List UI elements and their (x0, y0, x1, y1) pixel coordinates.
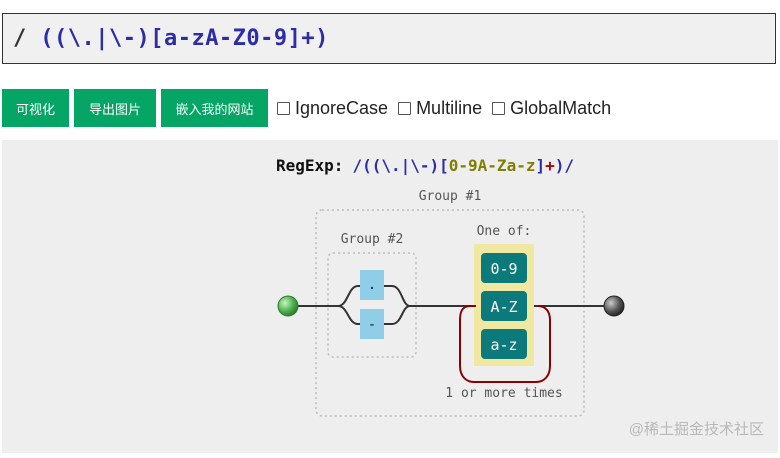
regex-slash: / (13, 26, 27, 51)
diagram-title: RegExp: /((\.|\-)[0-9A-Za-z]+)/ (276, 156, 574, 176)
diagram-title-regex-e: )/ (555, 156, 574, 175)
diagram-title-regex-b: 0-9A-Za-z (449, 156, 536, 175)
diagram-title-regex-a: /((\.|\-)[ (352, 156, 448, 176)
toolbar: 可视化 导出图片 嵌入我的网站 IgnoreCase Multiline Glo… (2, 89, 617, 127)
ignorecase-option[interactable]: IgnoreCase (277, 98, 388, 119)
class-item-digits-text: 0-9 (490, 260, 517, 278)
literal-dot-text: . (368, 277, 376, 293)
group2-label: Group #2 (341, 232, 404, 247)
visualize-button[interactable]: 可视化 (2, 89, 69, 127)
diagram-title-regex-c: ] (535, 156, 545, 175)
diagram-title-prefix: RegExp: (276, 156, 343, 175)
class-item-lower-text: a-z (490, 336, 517, 354)
watermark: @稀土掘金技术社区 (628, 421, 764, 438)
globalmatch-label: GlobalMatch (510, 97, 612, 118)
connector-lines (295, 285, 608, 325)
group1-label: Group #1 (419, 189, 482, 204)
embed-site-button[interactable]: 嵌入我的网站 (161, 89, 268, 127)
repeat-label: 1 or more times (445, 386, 562, 401)
railroad-diagram: RegExp:/((\.|\-)[0-9A-Za-z]+)/ Group #1 … (276, 156, 625, 417)
ignorecase-checkbox[interactable] (277, 101, 290, 115)
literal-dash-text: - (368, 317, 376, 333)
multiline-option[interactable]: Multiline (398, 98, 482, 119)
start-node-icon (277, 295, 299, 317)
multiline-checkbox[interactable] (398, 101, 412, 115)
regex-pattern-text[interactable]: ((\.|\-)[a-zA-Z0-9]+) (40, 26, 329, 51)
ignorecase-label: IgnoreCase (295, 97, 389, 118)
one-of-label: One of: (477, 224, 532, 239)
diagram-title-regex-d: + (545, 156, 555, 175)
export-image-button[interactable]: 导出图片 (74, 89, 156, 127)
regex-input[interactable]: / ((\.|\-)[a-zA-Z0-9]+) (2, 13, 776, 64)
end-node-icon (603, 295, 625, 317)
diagram-canvas: RegExp:/((\.|\-)[0-9A-Za-z]+)/ Group #1 … (2, 140, 778, 453)
class-item-upper-text: A-Z (490, 298, 517, 316)
multiline-label: Multiline (416, 97, 483, 118)
globalmatch-checkbox[interactable] (492, 101, 506, 115)
globalmatch-option[interactable]: GlobalMatch (492, 98, 611, 119)
